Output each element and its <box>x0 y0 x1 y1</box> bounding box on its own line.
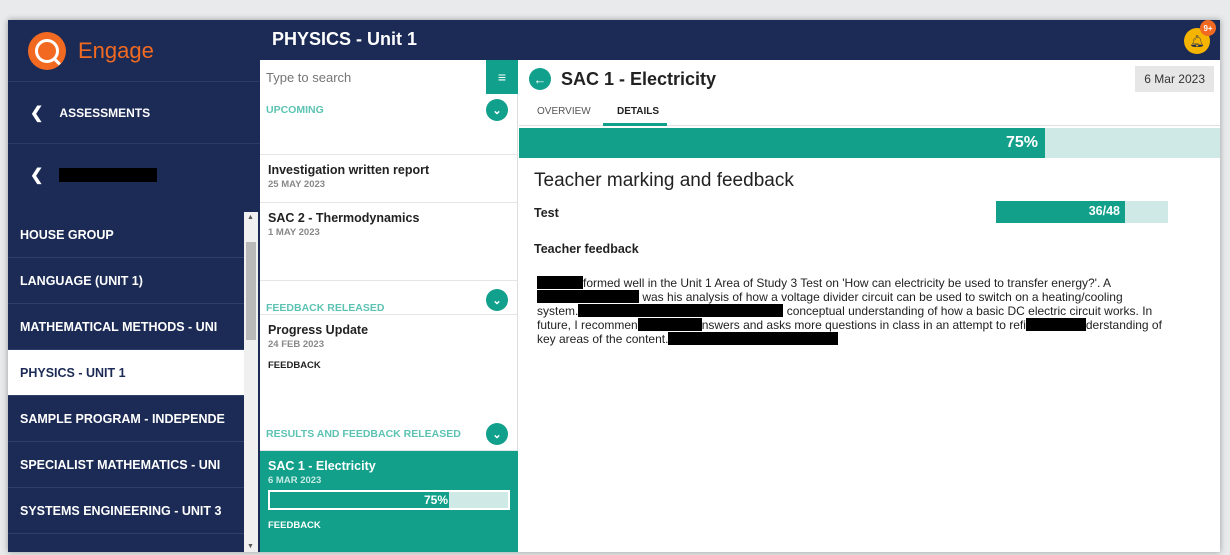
feedback-segment: formed well in the Unit 1 Area of Study … <box>583 276 1111 290</box>
list-item-selected[interactable]: SAC 1 - Electricity 6 MAR 2023 75% FEEDB… <box>260 450 518 552</box>
search-bar: ≡ <box>260 60 518 94</box>
feedback-segment: future, I recommen <box>537 318 638 332</box>
active-tab-indicator <box>603 123 667 126</box>
subject-item-active[interactable]: PHYSICS - UNIT 1 <box>8 350 244 396</box>
list-item[interactable]: Progress Update 24 FEB 2023 FEEDBACK <box>260 314 518 388</box>
detail-panel: ← SAC 1 - Electricity 6 Mar 2023 OVERVIE… <box>519 60 1220 552</box>
item-progress-bar: 75% <box>268 490 510 510</box>
sidebar: Engage ❮ ASSESSMENTS ❮ HOUSE GROUP LANGU… <box>8 20 260 552</box>
item-date: 24 FEB 2023 <box>268 339 324 350</box>
feedback-segment: system. <box>537 304 579 318</box>
assessment-list: ≡ UPCOMING ⌄ Investigation written repor… <box>260 60 518 552</box>
section-upcoming: UPCOMING ⌄ <box>260 94 518 126</box>
scroll-down-icon[interactable]: ▼ <box>247 543 254 550</box>
back-to-student-button[interactable]: ❮ <box>8 144 260 206</box>
section-label: RESULTS AND FEEDBACK RELEASED <box>266 428 461 440</box>
detail-title: SAC 1 - Electricity <box>561 68 717 89</box>
overall-progress-bar: 75% <box>519 128 1220 158</box>
collapse-results-button[interactable]: ⌄ <box>486 423 508 445</box>
test-label: Test <box>534 206 559 220</box>
tab-overview[interactable]: OVERVIEW <box>537 106 591 117</box>
subject-item[interactable]: HOUSE GROUP <box>8 212 244 258</box>
list-item[interactable]: Investigation written report 25 MAY 2023 <box>260 154 518 202</box>
feedback-label: Teacher feedback <box>534 242 639 256</box>
subject-item[interactable]: LANGUAGE (UNIT 1) <box>8 258 244 304</box>
test-score-bar: 36/48 <box>996 201 1168 223</box>
redacted-text <box>537 276 583 289</box>
bell-icon: 🔔︎ <box>1189 34 1205 48</box>
back-button[interactable]: ← <box>529 68 551 90</box>
feedback-tag: FEEDBACK <box>268 360 321 371</box>
chevron-left-icon: ❮ <box>30 104 44 122</box>
scroll-up-icon[interactable]: ▲ <box>247 214 254 221</box>
section-label: FEEDBACK RELEASED <box>266 302 385 314</box>
detail-tabs: OVERVIEW DETAILS <box>519 100 1220 126</box>
feedback-segment: conceptual understanding of how a basic … <box>786 304 1153 318</box>
subject-item[interactable]: SAMPLE PROGRAM - INDEPENDE <box>8 396 244 442</box>
feedback-text: formed well in the Unit 1 Area of Study … <box>537 276 1202 346</box>
section-results-released: RESULTS AND FEEDBACK RELEASED ⌄ <box>260 418 518 450</box>
overall-progress-fill <box>519 128 1045 158</box>
section-title: Teacher marking and feedback <box>534 170 794 191</box>
item-date: 25 MAY 2023 <box>268 179 326 190</box>
tab-details[interactable]: DETAILS <box>617 106 659 117</box>
top-bar: PHYSICS - Unit 1 🔔︎ 9+ <box>260 20 1220 60</box>
brand[interactable]: Engage <box>8 20 260 82</box>
item-title: SAC 1 - Electricity <box>268 459 376 473</box>
test-score-label: 36/48 <box>1088 204 1120 218</box>
item-title: Investigation written report <box>268 163 430 177</box>
subject-item[interactable]: SPECIALIST MATHEMATICS - UNI <box>8 442 244 488</box>
arrow-left-icon: ← <box>533 71 547 87</box>
item-progress-label: 75% <box>423 493 448 507</box>
feedback-segment: derstanding of <box>1085 318 1162 332</box>
chevron-left-icon: ❮ <box>30 167 44 184</box>
assessments-label: ASSESSMENTS <box>59 105 151 120</box>
notifications-button[interactable]: 🔔︎ 9+ <box>1184 20 1216 54</box>
item-date: 6 MAR 2023 <box>268 475 322 486</box>
page-title: PHYSICS - Unit 1 <box>272 29 418 49</box>
subject-list: HOUSE GROUP LANGUAGE (UNIT 1) MATHEMATIC… <box>8 212 244 552</box>
feedback-segment: nswers and asks more questions in class … <box>701 318 1026 332</box>
notification-badge: 9+ <box>1200 20 1216 36</box>
feedback-segment: was his analysis of how a voltage divide… <box>642 290 1123 304</box>
back-to-assessments-button[interactable]: ❮ ASSESSMENTS <box>8 82 260 144</box>
feedback-tag: FEEDBACK <box>268 520 321 531</box>
list-item[interactable]: SAC 2 - Thermodynamics 1 MAY 2023 <box>260 202 518 250</box>
filter-icon: ≡ <box>497 69 507 85</box>
redacted-text <box>578 304 784 317</box>
section-label: UPCOMING <box>266 104 324 116</box>
item-title: Progress Update <box>268 323 369 337</box>
app-name: Engage <box>78 37 154 63</box>
item-progress-fill <box>270 492 449 508</box>
feedback-segment: key areas of the content. <box>537 332 669 346</box>
engage-logo-icon <box>28 31 66 70</box>
item-date: 1 MAY 2023 <box>268 227 320 238</box>
sidebar-scrollbar[interactable]: ▲ ▼ <box>244 212 258 552</box>
item-title: SAC 2 - Thermodynamics <box>268 211 420 225</box>
scroll-thumb[interactable] <box>246 242 256 340</box>
redacted-text <box>668 332 839 345</box>
collapse-upcoming-button[interactable]: ⌄ <box>486 99 508 121</box>
redacted-text <box>637 318 702 331</box>
redacted-student-name <box>59 168 158 182</box>
subject-item[interactable]: SYSTEMS ENGINEERING - UNIT 3 <box>8 488 244 534</box>
app-window: Engage ❮ ASSESSMENTS ❮ HOUSE GROUP LANGU… <box>8 20 1220 552</box>
overall-progress-label: 75% <box>1005 134 1038 151</box>
subject-item[interactable]: MATHEMATICAL METHODS - UNI <box>8 304 244 350</box>
redacted-text <box>537 290 639 303</box>
detail-header: ← SAC 1 - Electricity 6 Mar 2023 <box>519 60 1220 98</box>
redacted-text <box>1025 318 1086 331</box>
collapse-feedback-button[interactable]: ⌄ <box>486 289 508 311</box>
filter-button[interactable]: ≡ <box>486 60 518 94</box>
detail-date: 6 Mar 2023 <box>1135 66 1214 92</box>
search-input[interactable] <box>260 60 486 94</box>
